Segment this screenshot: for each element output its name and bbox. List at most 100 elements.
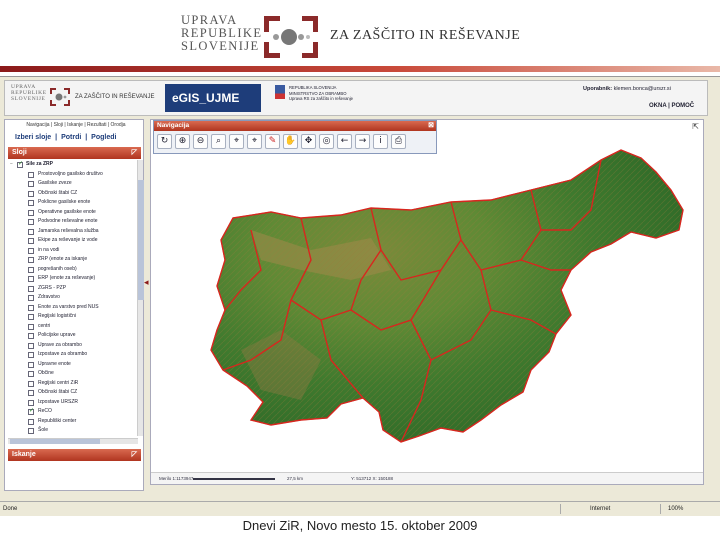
zoom-prev-icon[interactable]: ⌖ xyxy=(229,134,244,149)
layer-checkbox[interactable] xyxy=(28,266,34,273)
panel-tabs: Izberi sloje | Potrdi | Pogledi xyxy=(15,134,118,141)
layer-checkbox[interactable] xyxy=(28,238,34,244)
header-links[interactable]: OKNA | POMOČ xyxy=(649,103,694,109)
layer-checkbox[interactable] xyxy=(28,190,34,197)
layer-checkbox[interactable] xyxy=(28,361,34,368)
layer-row[interactable]: Občinski štabi CZ xyxy=(8,388,138,398)
layer-row[interactable]: Poklicne gasilske enote xyxy=(8,198,138,208)
measure-icon[interactable]: ✎ xyxy=(265,134,280,149)
layer-row[interactable]: Ekipe za reševanje iz vode xyxy=(8,236,138,246)
layer-checkbox[interactable] xyxy=(28,399,34,406)
layer-checkbox[interactable] xyxy=(28,171,34,178)
refresh-icon[interactable]: ↻ xyxy=(157,134,172,149)
tab-separator: | xyxy=(55,134,58,141)
layer-checkbox[interactable] xyxy=(28,323,34,330)
layer-list-scrollbar[interactable] xyxy=(137,160,144,436)
tab-separator: | xyxy=(85,134,88,141)
layer-row[interactable]: Jamarska reševalna služba xyxy=(8,227,138,237)
zoom-level[interactable]: 100% xyxy=(668,502,683,516)
slovenia-relief-map[interactable] xyxy=(151,120,704,485)
layer-row[interactable]: Izpostave URSZR xyxy=(8,398,138,408)
layer-checkbox[interactable] xyxy=(28,380,34,387)
layers-header[interactable]: Sloji ◸ xyxy=(8,147,141,159)
layer-row[interactable]: ZRP (enote za iskanje xyxy=(8,255,138,265)
layer-row[interactable]: Enote za varstvo pred NUS xyxy=(8,303,138,313)
layer-checkbox[interactable] xyxy=(28,295,34,301)
layer-checkbox[interactable] xyxy=(28,390,34,396)
expand-icon[interactable]: ◸ xyxy=(132,449,137,461)
layer-row[interactable]: in na vodi xyxy=(8,246,138,256)
layer-row[interactable]: Prostovoljno gasilsko društvo xyxy=(8,170,138,180)
layer-row[interactable]: Izpostave za obrambo xyxy=(8,350,138,360)
forward-icon[interactable]: → xyxy=(355,134,370,149)
expand-collapse-icon[interactable]: − xyxy=(10,160,13,170)
search-header[interactable]: Iskanje ◸ xyxy=(8,449,141,461)
layer-list-hscrollbar[interactable] xyxy=(8,438,138,444)
layer-row[interactable]: ZGRS - PZP xyxy=(8,284,138,294)
layer-checkbox[interactable] xyxy=(28,200,34,206)
maximize-icon[interactable]: ⇱ xyxy=(692,122,699,131)
layer-checkbox[interactable] xyxy=(28,257,34,263)
navigation-title-text: Navigacija xyxy=(157,122,190,129)
layer-checkbox[interactable] xyxy=(28,285,34,292)
layer-row[interactable]: ReCO xyxy=(8,407,138,417)
layer-checkbox[interactable] xyxy=(28,209,34,216)
layer-row[interactable]: Regijski logistični xyxy=(8,312,138,322)
left-panel: Navigacija | Sloji | Iskanje | Rezultati… xyxy=(4,119,144,491)
layer-checkbox[interactable] xyxy=(28,352,34,358)
tab-select-layers[interactable]: Izberi sloje xyxy=(15,134,51,141)
map-view[interactable]: ⇱ Navigacija ⊠ ↻ ⊕ ⊖ ⌕ ⌖ ⌖ ✎ ✋ ✥ ◎ ← → i ⎙ Merilo 1:1… xyxy=(150,119,704,485)
zoom-next-icon[interactable]: ⌖ xyxy=(247,134,262,149)
layer-row[interactable]: ERP (enote za reševanje) xyxy=(8,274,138,284)
layer-row[interactable]: Zdravstvo xyxy=(8,293,138,303)
layer-checkbox[interactable] xyxy=(28,314,34,320)
layer-row[interactable]: Šole xyxy=(8,426,138,436)
layer-row[interactable]: Regijski centri ZiR xyxy=(8,379,138,389)
layer-checkbox[interactable] xyxy=(28,407,34,417)
collapse-icon[interactable]: ◸ xyxy=(132,147,137,159)
layer-checkbox[interactable] xyxy=(28,371,34,377)
layer-checkbox[interactable] xyxy=(28,418,34,425)
user-label: Uporabnik: xyxy=(583,86,613,92)
layer-row[interactable]: Uprave za obrambo xyxy=(8,341,138,351)
zoom-in-icon[interactable]: ⊕ xyxy=(175,134,190,149)
layer-checkbox[interactable] xyxy=(28,247,34,254)
globe-icon[interactable]: ◎ xyxy=(319,134,334,149)
layer-row[interactable]: Operativne gasilske enote xyxy=(8,208,138,218)
layer-row[interactable]: − Sile za ZRP xyxy=(8,160,138,170)
pan-icon[interactable]: ✋ xyxy=(283,134,298,149)
close-icon[interactable]: ⊠ xyxy=(428,121,434,131)
back-icon[interactable]: ← xyxy=(337,134,352,149)
print-icon[interactable]: ⎙ xyxy=(391,134,406,149)
layer-row[interactable]: Republiški center xyxy=(8,417,138,427)
navigation-toolbar: ↻ ⊕ ⊖ ⌕ ⌖ ⌖ ✎ ✋ ✥ ◎ ← → i ⎙ xyxy=(157,134,406,152)
hscrollbar-thumb[interactable] xyxy=(10,439,100,444)
layer-row[interactable]: Policijske uprave xyxy=(8,331,138,341)
layer-row[interactable]: pogrešanih oseb) xyxy=(8,265,138,275)
layer-checkbox[interactable] xyxy=(28,219,34,225)
layer-checkbox[interactable] xyxy=(17,160,23,170)
layer-row[interactable]: Podvodne reševalne enote xyxy=(8,217,138,227)
layer-checkbox[interactable] xyxy=(28,228,34,235)
tab-confirm[interactable]: Potrdi xyxy=(61,134,81,141)
layer-checkbox[interactable] xyxy=(28,276,34,282)
layer-checkbox[interactable] xyxy=(28,342,34,349)
layer-checkbox[interactable] xyxy=(28,304,34,311)
layer-checkbox[interactable] xyxy=(28,333,34,339)
layer-checkbox[interactable] xyxy=(28,428,34,434)
layer-row[interactable]: Občinski štabi CZ xyxy=(8,189,138,199)
layer-row[interactable]: Občine xyxy=(8,369,138,379)
tab-views[interactable]: Pogledi xyxy=(91,134,116,141)
layer-checkbox[interactable] xyxy=(28,181,34,187)
select-icon[interactable]: ✥ xyxy=(301,134,316,149)
zoom-box-icon[interactable]: ⌕ xyxy=(211,134,226,149)
navigation-panel: Navigacija ⊠ ↻ ⊕ ⊖ ⌕ ⌖ ⌖ ✎ ✋ ✥ ◎ ← → i ⎙ xyxy=(153,120,437,154)
layer-row[interactable]: Gasilske zveze xyxy=(8,179,138,189)
info-icon[interactable]: i xyxy=(373,134,388,149)
panel-menu[interactable]: Navigacija | Sloji | Iskanje | Rezultati… xyxy=(13,122,139,128)
header-rule xyxy=(0,66,720,72)
zoom-out-icon[interactable]: ⊖ xyxy=(193,134,208,149)
layer-row[interactable]: Upravne enote xyxy=(8,360,138,370)
layer-row[interactable]: centri xyxy=(8,322,138,332)
layer-list: − Sile za ZRP Prostovoljno gasilsko društv… xyxy=(8,160,138,436)
